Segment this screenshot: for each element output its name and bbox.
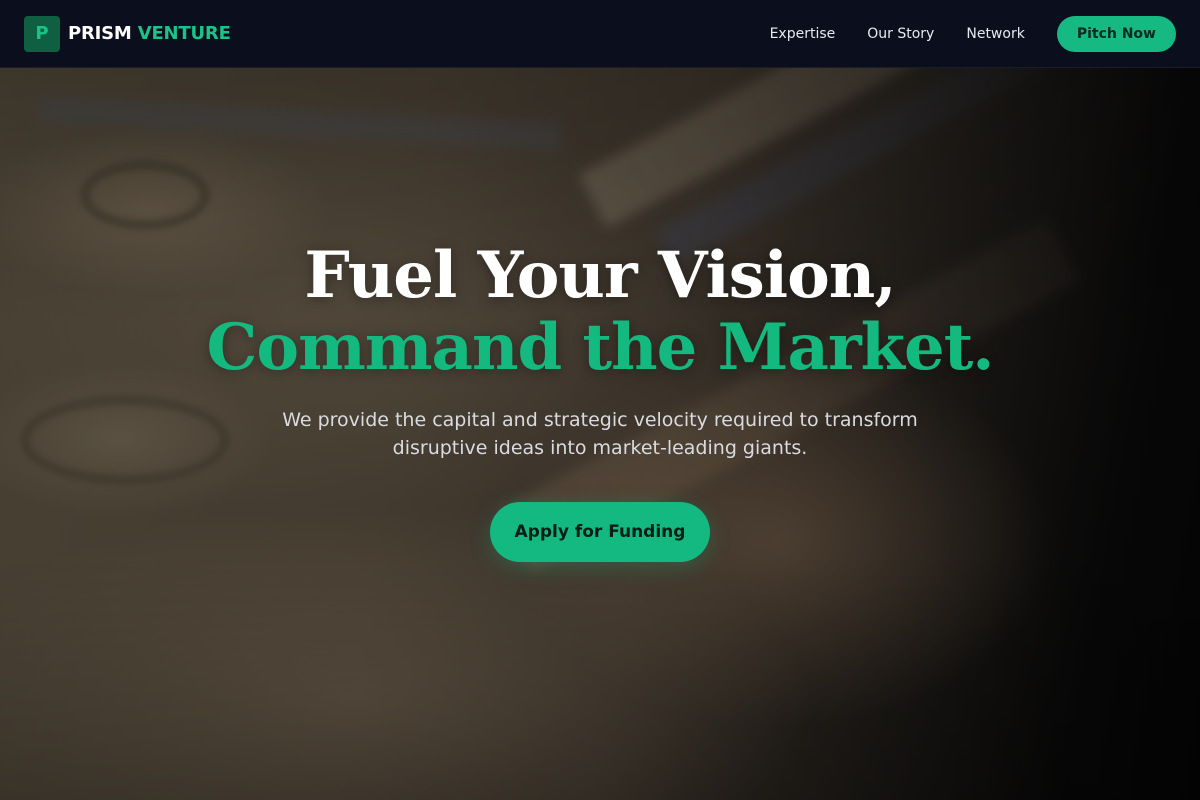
logo-mark-icon: P [24, 15, 60, 52]
apply-for-funding-button[interactable]: Apply for Funding [490, 502, 710, 562]
top-navbar: P PRISM VENTURE Expertise Our Story Netw… [0, 0, 1200, 68]
brand-name-part1: PRISM [68, 23, 132, 44]
hero-section: Fuel Your Vision, Command the Market. We… [0, 68, 1200, 800]
brand-logo[interactable]: P PRISM VENTURE [24, 15, 231, 52]
logo-letter: P [35, 23, 49, 44]
pitch-now-button[interactable]: Pitch Now [1056, 15, 1176, 52]
nav-link-expertise[interactable]: Expertise [770, 26, 836, 42]
nav-menu: Expertise Our Story Network Pitch Now [770, 15, 1176, 52]
nav-link-our-story[interactable]: Our Story [867, 26, 934, 42]
brand-name-part2: VENTURE [137, 23, 231, 44]
hero-headline-line1: Fuel Your Vision, [304, 238, 896, 313]
nav-link-network[interactable]: Network [966, 26, 1024, 42]
hero-subtext: We provide the capital and strategic vel… [282, 409, 918, 459]
brand-name: PRISM VENTURE [68, 23, 231, 44]
hero-headline-line2: Command the Market. [206, 310, 994, 385]
